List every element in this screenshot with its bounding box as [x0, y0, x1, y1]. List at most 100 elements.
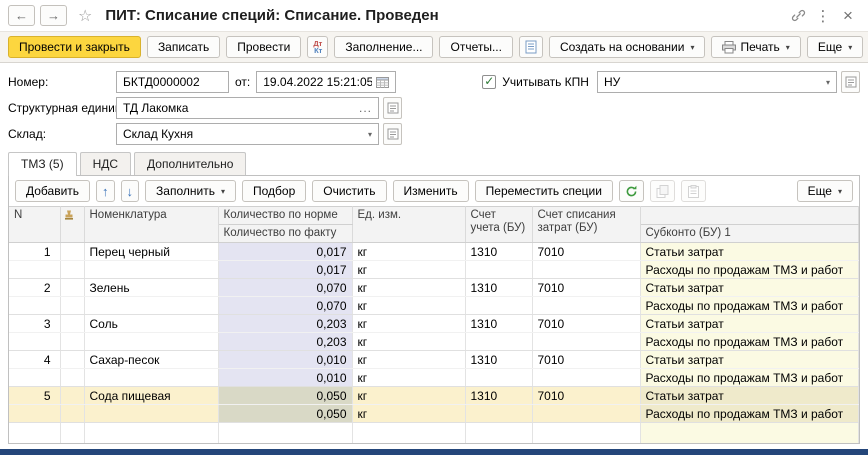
print-button[interactable]: Печать ▾: [711, 36, 800, 58]
cell-row-number[interactable]: 3: [9, 315, 60, 333]
cell-qty-fact[interactable]: 0,010: [218, 369, 352, 387]
table-row[interactable]: 5 Сода пищевая 0,050 кг 1310 7010 Статьи…: [9, 387, 859, 405]
cell-subconto2[interactable]: Расходы по продажам ТМЗ и работ: [640, 333, 859, 351]
cell-unit[interactable]: кг: [352, 243, 465, 261]
table-row[interactable]: 4 Сахар-песок 0,010 кг 1310 7010 Статьи …: [9, 351, 859, 369]
table-row-line2[interactable]: 0,203 кг Расходы по продажам ТМЗ и работ: [9, 333, 859, 351]
cell-expense-account[interactable]: 7010: [532, 279, 640, 297]
cell-unit[interactable]: кг: [352, 351, 465, 369]
write-button[interactable]: Записать: [147, 36, 220, 58]
cell-subconto2[interactable]: Расходы по продажам ТМЗ и работ: [640, 405, 859, 423]
post-button[interactable]: Провести: [226, 36, 301, 58]
table-row-line2[interactable]: 0,050 кг Расходы по продажам ТМЗ и работ: [9, 405, 859, 423]
cell-unit[interactable]: кг: [352, 387, 465, 405]
structural-unit-input[interactable]: ТД Лакомка ...: [116, 97, 379, 119]
document-structure-button[interactable]: [519, 36, 543, 58]
cell-row-number[interactable]: 5: [9, 387, 60, 405]
cell-expense-account[interactable]: 7010: [532, 387, 640, 405]
tab-nds[interactable]: НДС: [80, 152, 131, 175]
cell-subconto2[interactable]: Расходы по продажам ТМЗ и работ: [640, 261, 859, 279]
filling-button[interactable]: Заполнение...: [334, 36, 433, 58]
move-up-button[interactable]: ↑: [96, 180, 115, 202]
kpn-select[interactable]: НУ ▾: [597, 71, 837, 93]
cell-subconto1[interactable]: Статьи затрат: [640, 387, 859, 405]
selection-button[interactable]: Подбор: [242, 180, 306, 202]
cell-qty-fact[interactable]: 0,050: [218, 405, 352, 423]
window-menu-icon[interactable]: ⋮: [813, 6, 833, 26]
cell-marker[interactable]: [60, 243, 84, 261]
cell-qty-norm[interactable]: 0,017: [218, 243, 352, 261]
fill-button[interactable]: Заполнить ▾: [145, 180, 236, 202]
link-icon[interactable]: [788, 6, 808, 26]
forward-button[interactable]: →: [40, 5, 67, 26]
date-input[interactable]: 19.04.2022 15:21:05: [256, 71, 396, 93]
cell-marker[interactable]: [60, 387, 84, 405]
cell-account[interactable]: 1310: [465, 315, 532, 333]
back-button[interactable]: ←: [8, 5, 35, 26]
move-down-button[interactable]: ↓: [121, 180, 140, 202]
cell-subconto2[interactable]: Расходы по продажам ТМЗ и работ: [640, 297, 859, 315]
chevron-down-icon[interactable]: ▾: [368, 130, 372, 139]
table-row-line2[interactable]: 0,017 кг Расходы по продажам ТМЗ и работ: [9, 261, 859, 279]
cell-qty-fact[interactable]: 0,017: [218, 261, 352, 279]
cell-account[interactable]: 1310: [465, 279, 532, 297]
cell-account[interactable]: 1310: [465, 351, 532, 369]
cell-unit[interactable]: кг: [352, 405, 465, 423]
cell-subconto2[interactable]: Расходы по продажам ТМЗ и работ: [640, 369, 859, 387]
warehouse-input[interactable]: Склад Кухня ▾: [116, 123, 379, 145]
number-input[interactable]: БКТД0000002: [116, 71, 229, 93]
move-spices-button[interactable]: Переместить специи: [475, 180, 613, 202]
cell-unit[interactable]: кг: [352, 333, 465, 351]
chevron-down-icon[interactable]: ▾: [826, 78, 830, 87]
table-row[interactable]: 2 Зелень 0,070 кг 1310 7010 Статьи затра…: [9, 279, 859, 297]
post-and-close-button[interactable]: Провести и закрыть: [8, 36, 141, 58]
dtkt-postings-button[interactable]: ДтКт: [307, 36, 328, 58]
structural-unit-open-button[interactable]: [383, 97, 402, 119]
cell-qty-norm[interactable]: 0,203: [218, 315, 352, 333]
reports-button[interactable]: Отчеты...: [439, 36, 512, 58]
change-button[interactable]: Изменить: [393, 180, 469, 202]
cell-subconto1[interactable]: Статьи затрат: [640, 243, 859, 261]
cell-marker[interactable]: [60, 351, 84, 369]
cell-marker[interactable]: [60, 315, 84, 333]
kpn-open-button[interactable]: [841, 71, 860, 93]
cell-unit[interactable]: кг: [352, 315, 465, 333]
cell-unit[interactable]: кг: [352, 297, 465, 315]
table-more-button[interactable]: Еще ▾: [797, 180, 853, 202]
calendar-icon[interactable]: [376, 76, 389, 88]
cell-nomenclature[interactable]: Сода пищевая: [84, 387, 218, 405]
cell-expense-account[interactable]: 7010: [532, 351, 640, 369]
table-row[interactable]: 1 Перец черный 0,017 кг 1310 7010 Статьи…: [9, 243, 859, 261]
cell-row-number[interactable]: 2: [9, 279, 60, 297]
choose-button[interactable]: ...: [359, 104, 372, 112]
cell-row-number[interactable]: 1: [9, 243, 60, 261]
tab-tmz[interactable]: ТМЗ (5): [8, 152, 77, 176]
cell-qty-fact[interactable]: 0,203: [218, 333, 352, 351]
cell-expense-account[interactable]: 7010: [532, 315, 640, 333]
kpn-checkbox[interactable]: ✓: [482, 75, 496, 89]
create-based-on-button[interactable]: Создать на основании ▾: [549, 36, 706, 58]
cell-qty-fact[interactable]: 0,070: [218, 297, 352, 315]
warehouse-open-button[interactable]: [383, 123, 402, 145]
kpn-label[interactable]: Учитывать КПН: [502, 75, 589, 89]
cell-nomenclature[interactable]: Перец черный: [84, 243, 218, 261]
more-button[interactable]: Еще ▾: [807, 36, 863, 58]
copy-rows-button[interactable]: [650, 180, 675, 202]
add-row-button[interactable]: Добавить: [15, 180, 90, 202]
cell-row-number[interactable]: 4: [9, 351, 60, 369]
clear-button[interactable]: Очистить: [312, 180, 386, 202]
cell-unit[interactable]: кг: [352, 261, 465, 279]
cell-nomenclature[interactable]: Сахар-песок: [84, 351, 218, 369]
cell-unit[interactable]: кг: [352, 279, 465, 297]
close-icon[interactable]: ×: [838, 6, 858, 26]
cell-account[interactable]: 1310: [465, 387, 532, 405]
cell-subconto1[interactable]: Статьи затрат: [640, 351, 859, 369]
tab-additional[interactable]: Дополнительно: [134, 152, 246, 175]
paste-rows-button[interactable]: [681, 180, 706, 202]
table-row-line2[interactable]: 0,070 кг Расходы по продажам ТМЗ и работ: [9, 297, 859, 315]
cell-marker[interactable]: [60, 279, 84, 297]
cell-expense-account[interactable]: 7010: [532, 243, 640, 261]
cell-qty-norm[interactable]: 0,050: [218, 387, 352, 405]
cell-nomenclature[interactable]: Зелень: [84, 279, 218, 297]
cell-subconto1[interactable]: Статьи затрат: [640, 279, 859, 297]
